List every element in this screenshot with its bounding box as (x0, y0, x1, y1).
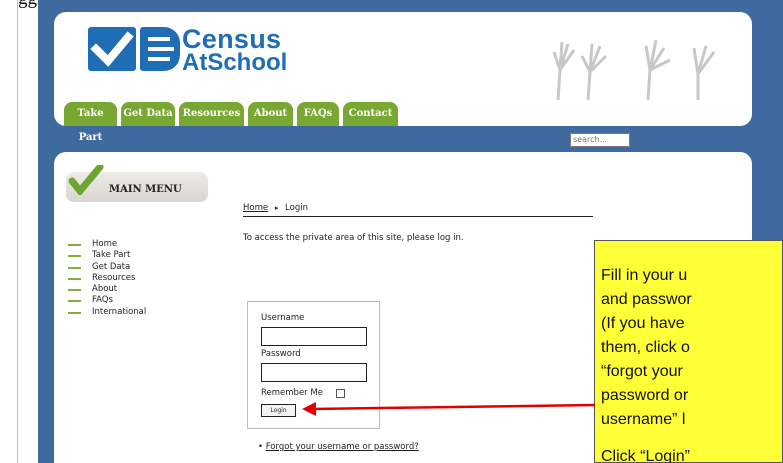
menu-item-label: About (92, 284, 118, 295)
menu-item-faqs[interactable]: FAQs (68, 295, 146, 306)
bullet-icon: • (258, 442, 264, 452)
callout-line: them, click o (601, 339, 690, 356)
menu-item-label: Take Part (92, 250, 131, 261)
callout-click-login: Click “Login” (601, 448, 690, 463)
logo-speech-icon (140, 27, 180, 71)
menu-dash-icon (68, 289, 81, 292)
menu-dash-icon (68, 244, 81, 246)
username-field[interactable] (261, 327, 367, 346)
breadcrumb: Home ▸ Login (243, 203, 308, 213)
logo-text-atschool[interactable]: AtSchool (182, 49, 287, 77)
menu-item-take-part[interactable]: Take Part (68, 250, 146, 261)
username-label: Username (261, 313, 305, 323)
login-intro-text: To access the private area of this site,… (243, 233, 464, 243)
breadcrumb-separator-icon: ▸ (274, 204, 279, 212)
callout-line: password or (601, 387, 689, 404)
menu-item-label: Get Data (92, 261, 131, 272)
breadcrumb-home-link[interactable]: Home (243, 203, 268, 213)
forgot-credentials-link[interactable]: Forgot your username or password? (266, 442, 419, 452)
raised-hands-image (552, 39, 716, 100)
callout-line: “forgot your (601, 363, 683, 380)
breadcrumb-divider (243, 216, 593, 217)
password-label: Password (261, 349, 301, 359)
menu-item-label: International (92, 306, 147, 317)
green-check-icon (68, 165, 104, 195)
menu-item-international[interactable]: International (68, 307, 146, 318)
menu-item-get-data[interactable]: Get Data (68, 262, 146, 273)
menu-dash-icon (68, 277, 81, 280)
menu-item-home[interactable]: Home (68, 239, 146, 250)
logo-checkmark-icon[interactable] (88, 27, 136, 71)
main-menu-list: Home Take Part Get Data Resources About … (68, 239, 146, 318)
remember-me-checkbox[interactable] (336, 389, 345, 398)
menu-dash-icon (68, 311, 81, 314)
tab-resources[interactable]: Resources (179, 102, 244, 126)
document-margin-line (17, 0, 18, 463)
login-button[interactable]: Login (261, 404, 296, 417)
callout-line: username” l (601, 411, 686, 428)
menu-dash-icon (68, 266, 81, 269)
callout-line: (If you have (601, 315, 685, 332)
tab-about[interactable]: About (248, 102, 293, 126)
menu-item-label: Resources (92, 272, 136, 283)
menu-dash-icon (68, 300, 81, 303)
callout-line: and passwor (601, 291, 692, 308)
menu-item-label: Home (92, 239, 118, 249)
menu-item-resources[interactable]: Resources (68, 273, 146, 284)
callout-line: Fill in your u (601, 267, 688, 284)
password-field[interactable] (261, 363, 367, 382)
callout-text-area: Fill in your u and passwor (If you have … (594, 240, 783, 463)
remember-me-label: Remember Me (261, 388, 323, 398)
menu-item-about[interactable]: About (68, 284, 146, 295)
menu-item-label: FAQs (92, 295, 113, 306)
menu-dash-icon (68, 255, 81, 258)
forgot-credentials-item: • Forgot your username or password? (258, 442, 419, 452)
tab-take-part[interactable]: Take Part (64, 102, 117, 143)
breadcrumb-current: Login (285, 203, 308, 213)
main-menu-title: MAIN MENU (109, 184, 182, 195)
tab-contact[interactable]: Contact (343, 102, 398, 126)
tab-get-data[interactable]: Get Data (121, 102, 175, 126)
tab-faqs[interactable]: FAQs (297, 102, 339, 126)
search-input[interactable] (570, 133, 630, 147)
